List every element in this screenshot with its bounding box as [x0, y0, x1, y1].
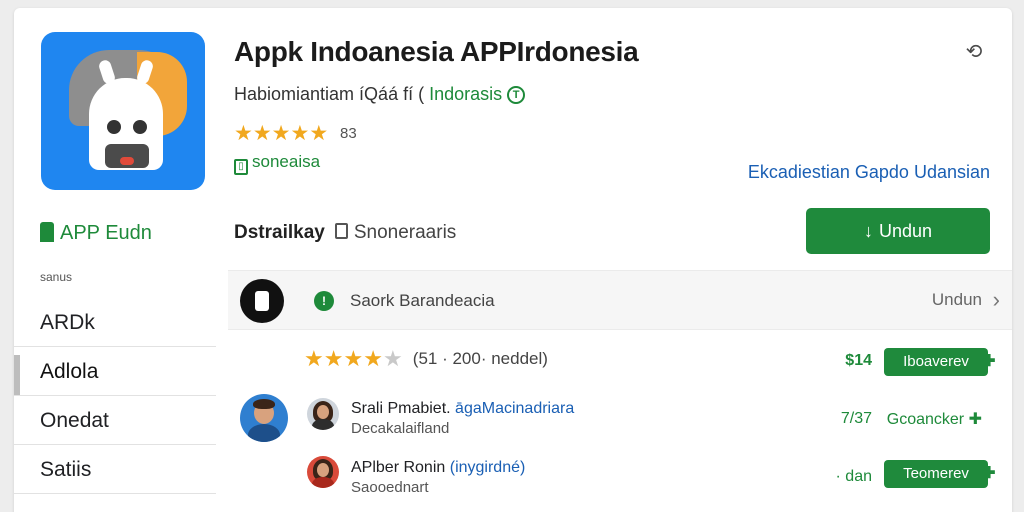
- category-label: soneaisa: [252, 152, 321, 171]
- reviewer-name-text: APlber Ronin: [351, 459, 446, 476]
- app-icon[interactable]: [41, 32, 205, 190]
- nav-item-4[interactable]: Satiis: [14, 445, 216, 494]
- download-button-label: Undun: [878, 221, 933, 241]
- row-rating-text: (51 · 200· neddel): [412, 349, 548, 368]
- rating-count: 83: [339, 125, 357, 142]
- avatar-hair: [253, 399, 275, 409]
- side-nav: ARDk Adlola Onedat Satiis: [14, 298, 216, 494]
- app-category[interactable]: ▯ soneaisa: [234, 152, 320, 175]
- plus-icon: ✚: [982, 465, 996, 482]
- list-header-label: Saork Barandeacia: [350, 291, 495, 310]
- row-price: · dan: [835, 468, 872, 485]
- avatar-head: [317, 405, 329, 419]
- subtitle-text: Habiomiantiam íQáá fí (: [234, 84, 425, 104]
- left-panel-caption: sanus: [40, 270, 73, 284]
- star-icon: ★: [304, 346, 324, 371]
- verified-badge-icon: T: [507, 86, 526, 105]
- nav-item-2[interactable]: Adlola: [14, 347, 216, 396]
- app-rating: ★★★★★ 83: [234, 121, 357, 146]
- row-action-label: Iboaverev: [903, 353, 969, 370]
- nav-item-1[interactable]: ARDk: [14, 298, 216, 347]
- rating-stars: ★★★★★: [304, 346, 403, 371]
- reviewer-name: APlber Ronin (inygirdné): [351, 459, 525, 477]
- reviewer-avatar[interactable]: [307, 456, 339, 488]
- plus-icon: ✚: [982, 353, 996, 370]
- star-icon: ★: [234, 122, 253, 145]
- app-title: Appk Indoanesia APPIrdonesia: [234, 36, 639, 67]
- mascot-mouth: [105, 144, 149, 168]
- reviewer-name: Srali Pmabiet. āgaMacinadriara: [351, 400, 574, 418]
- chevron-right-icon: ›: [992, 287, 1000, 312]
- avatar-body: [248, 424, 280, 442]
- avatar-body: [312, 477, 334, 488]
- bookmark-icon: [40, 222, 54, 242]
- row-price: 7/37: [840, 410, 872, 427]
- phone-icon: [240, 279, 284, 323]
- download-icon: ↓: [863, 221, 873, 241]
- category-icon: ▯: [234, 159, 248, 175]
- star-icon: ★: [290, 122, 310, 145]
- nav-item-3[interactable]: Onedat: [14, 396, 216, 445]
- reviewer-tag[interactable]: (inygirdné): [450, 459, 526, 476]
- share-icon[interactable]: ⟲: [962, 40, 986, 64]
- download-button[interactable]: ↓ Undun: [806, 208, 990, 254]
- reviewer-avatar[interactable]: [307, 398, 339, 430]
- row-action-label: Teomerev: [903, 465, 969, 482]
- avatar-body: [312, 419, 334, 430]
- star-icon: ★: [343, 346, 364, 371]
- nav-item-label: Onedat: [40, 409, 109, 432]
- app-detail-card: Appk Indoanesia APPIrdonesia ⟲ Habiomian…: [14, 8, 1012, 512]
- row-action-link-label: Gcoancker: [886, 411, 965, 428]
- row-price: $14: [845, 352, 872, 369]
- star-icon: ★: [252, 122, 272, 145]
- info-light-text: Snoneraaris: [353, 222, 457, 243]
- row-action-link[interactable]: Gcoancker ✚: [887, 409, 982, 429]
- shield-icon: !: [314, 291, 334, 311]
- row-action-button[interactable]: Teomerev ✚: [884, 460, 995, 488]
- avatar[interactable]: [240, 394, 288, 442]
- mascot-eye-left: [107, 120, 121, 134]
- active-indicator: [14, 355, 20, 395]
- list-header-right-text: Undun: [931, 290, 982, 309]
- app-subtitle: Habiomiantiam íQáá fí ( Indorasis T: [234, 84, 526, 105]
- nav-item-label: Satiis: [40, 458, 92, 481]
- reviewer-tag[interactable]: āgaMacinadriara: [455, 400, 574, 417]
- info-bold-text: Dstrailkay: [234, 222, 325, 243]
- mascot-eye-right: [133, 120, 147, 134]
- left-panel-label[interactable]: APP Eudn: [40, 222, 152, 245]
- robot-mascot-icon: [89, 78, 163, 170]
- left-panel-label-text: APP Eudn: [60, 222, 152, 244]
- star-icon: ★: [271, 122, 291, 145]
- star-icon: ★: [323, 346, 344, 371]
- nav-item-label: Adlola: [40, 360, 99, 383]
- reviewer-name-text: Srali Pmabiet.: [351, 400, 451, 417]
- developer-link[interactable]: Ekcadiestian Gapdo Udansian: [748, 162, 990, 183]
- rating-stars: ★★★★★: [234, 122, 328, 145]
- star-icon: ★: [382, 346, 403, 371]
- subtitle-region[interactable]: Indorasis: [429, 84, 502, 104]
- list-header-row[interactable]: ! Saork Barandeacia Undun ›: [228, 270, 1012, 330]
- row-action-button[interactable]: Iboaverev ✚: [884, 348, 995, 376]
- info-row: Dstrailkay Snoneraaris: [234, 222, 456, 244]
- reviewer-subtitle: Saooednart: [351, 479, 429, 496]
- plus-icon: ✚: [968, 411, 982, 428]
- star-icon: ★: [309, 122, 329, 145]
- star-icon: ★: [363, 346, 383, 371]
- avatar-head: [317, 463, 329, 477]
- reviewer-subtitle: Decakalaifland: [351, 420, 450, 437]
- nav-item-label: ARDk: [40, 311, 95, 334]
- document-icon: [334, 223, 348, 239]
- row-rating: ★★★★★ (51 · 200· neddel): [304, 346, 548, 372]
